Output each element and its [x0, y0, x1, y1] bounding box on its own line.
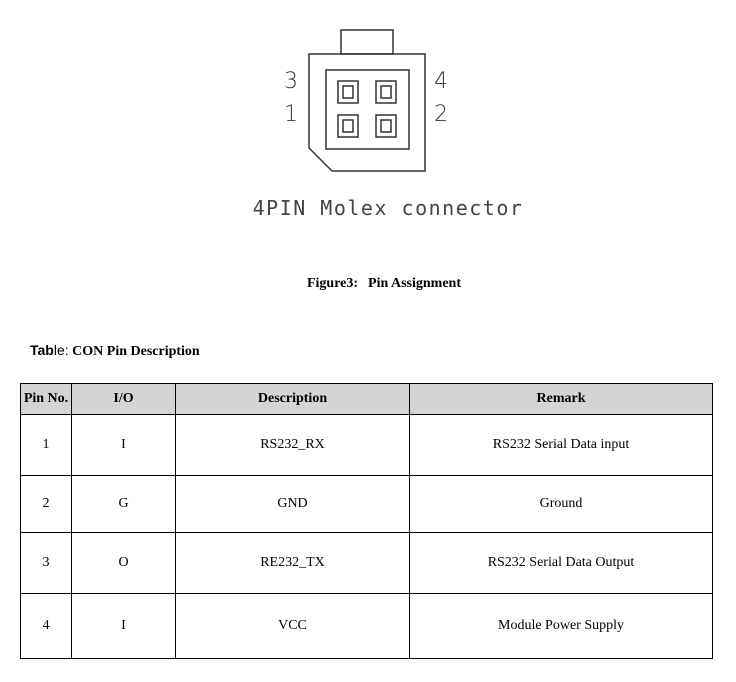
- table-header-row: Pin No. I/O Description Remark: [20, 383, 713, 415]
- pin-label-3: 3: [284, 69, 298, 94]
- cell-pin-no: 2: [20, 475, 72, 533]
- cell-io: O: [71, 532, 176, 594]
- cell-io: G: [71, 475, 176, 533]
- figure-caption-title: Pin Assignment: [368, 276, 462, 291]
- table-row: 4 I VCC Module Power Supply: [20, 593, 713, 659]
- pin-description-table: Pin No. I/O Description Remark 1 I RS232…: [20, 383, 713, 659]
- cell-description: GND: [175, 475, 410, 533]
- connector-latch: [340, 29, 394, 55]
- figure-caption: Figure3: Pin Assignment: [16, 276, 736, 292]
- table-caption-prefix: le:: [53, 342, 69, 358]
- pin-socket-2: [375, 114, 397, 138]
- table-row: 3 O RE232_TX RS232 Serial Data Output: [20, 532, 713, 594]
- cell-remark: RS232 Serial Data Output: [409, 532, 713, 594]
- pin-socket-4: [375, 80, 397, 104]
- cell-description: RE232_TX: [175, 532, 410, 594]
- figure-caption-label: Figure3: [306, 276, 354, 291]
- cell-description: VCC: [175, 593, 410, 659]
- header-remark: Remark: [409, 383, 713, 415]
- cell-io: I: [71, 414, 176, 476]
- cell-pin-no: 4: [20, 593, 72, 659]
- cell-remark: Ground: [409, 475, 713, 533]
- header-pin-no: Pin No.: [20, 383, 72, 415]
- cell-pin-no: 1: [20, 414, 72, 476]
- figure-caption-sep: :: [353, 276, 359, 291]
- molex-connector-drawing: [308, 29, 426, 172]
- cell-remark: RS232 Serial Data input: [409, 414, 713, 476]
- pin-label-2: 2: [434, 102, 448, 127]
- table-row: 2 G GND Ground: [20, 475, 713, 533]
- connector-figure: 3 1 4 2 4PIN Molex connector: [0, 0, 736, 260]
- pin-socket-3: [337, 80, 359, 104]
- connector-caption: 4PIN Molex connector: [252, 196, 524, 220]
- cell-pin-no: 3: [20, 532, 72, 594]
- pin-label-4: 4: [434, 69, 448, 94]
- cell-remark: Module Power Supply: [409, 593, 713, 659]
- header-io: I/O: [71, 383, 176, 415]
- cell-io: I: [71, 593, 176, 659]
- table-caption: Table: CON Pin Description: [30, 342, 200, 360]
- table-row: 1 I RS232_RX RS232 Serial Data input: [20, 414, 713, 476]
- table-caption-prefix-bold: Tab: [30, 342, 54, 358]
- table-caption-title: CON Pin Description: [72, 344, 200, 359]
- cell-description: RS232_RX: [175, 414, 410, 476]
- pin-label-1: 1: [284, 102, 298, 127]
- pin-socket-1: [337, 114, 359, 138]
- header-description: Description: [175, 383, 410, 415]
